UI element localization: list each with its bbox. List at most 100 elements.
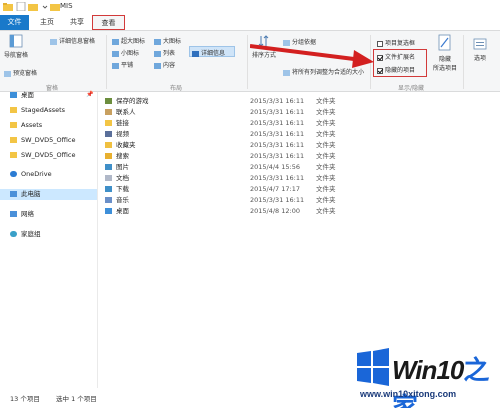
file-name: 下载	[116, 185, 129, 193]
small-icons-icon	[112, 50, 119, 57]
file-extensions-toggle[interactable]: 文件扩展名	[377, 52, 415, 61]
hide-selected-button[interactable]: 隐藏 所选项目	[430, 34, 460, 72]
videos-icon	[105, 131, 112, 137]
hide-selected-label-2: 所选项目	[432, 65, 457, 72]
file-type: 文件夹	[316, 108, 336, 116]
nav-item-sw-dvd5-office[interactable]: SW_DVD5_Office	[10, 135, 76, 146]
tab-share[interactable]: 共享	[63, 15, 91, 30]
file-type: 文件夹	[316, 97, 336, 105]
saved-games-icon	[105, 98, 112, 104]
size-all-columns-label: 将所有列调整为合适的大小	[292, 69, 365, 76]
documents-icon	[105, 175, 112, 181]
nav-item-label: SW_DVD5_Office	[21, 151, 76, 159]
file-type: 文件夹	[316, 207, 336, 215]
nav-item-assets[interactable]: Assets	[10, 120, 42, 131]
file-date: 2015/4/7 17:17	[250, 185, 300, 193]
ribbon-divider	[247, 35, 248, 89]
nav-item-this-pc[interactable]: 此电脑	[0, 189, 97, 200]
size-columns-icon	[283, 69, 290, 76]
pictures-icon	[105, 164, 112, 170]
navigation-pane: 桌面 📌 StagedAssets Assets SW_DVD5_Office …	[0, 90, 98, 388]
item-checkboxes-toggle[interactable]: 项目复选框	[377, 38, 415, 47]
details-pane-button[interactable]: 详细信息窗格	[50, 36, 95, 45]
file-name: 文档	[116, 174, 129, 182]
file-type: 文件夹	[316, 119, 336, 127]
content-label: 内容	[163, 62, 176, 69]
cloud-icon	[10, 171, 17, 177]
item-checkboxes-label: 项目复选框	[385, 40, 416, 47]
extra-large-icons-option[interactable]: 超大图标	[112, 36, 145, 45]
list-option[interactable]: 列表	[154, 48, 175, 57]
dropdown-icon[interactable]	[40, 2, 50, 11]
tab-view[interactable]: 查看	[92, 15, 125, 30]
file-extensions-label: 文件扩展名	[385, 54, 416, 61]
selected-count: 选中 1 个项目	[56, 395, 97, 403]
pin-icon[interactable]: 📌	[86, 91, 93, 98]
links-icon	[105, 120, 112, 126]
title-bar: MIS	[0, 0, 500, 14]
details-pane-icon	[50, 38, 57, 45]
options-icon	[473, 38, 487, 50]
nav-item-onedrive[interactable]: OneDrive	[10, 169, 52, 180]
watermark-url: www.win10xitong.com	[360, 389, 457, 399]
small-icons-option[interactable]: 小图标	[112, 48, 139, 57]
properties-icon[interactable]	[16, 2, 26, 11]
file-date: 2015/3/31 16:11	[250, 130, 305, 138]
contacts-icon	[105, 109, 112, 115]
large-icons-option[interactable]: 大图标	[154, 36, 181, 45]
file-date: 2015/3/31 16:11	[250, 174, 305, 182]
navigation-pane-button[interactable]: 导航窗格	[2, 34, 30, 59]
nav-item-homegroup[interactable]: 家庭组	[10, 229, 41, 240]
file-name: 保存的游戏	[116, 97, 149, 105]
show-hide-group-label: 显示/隐藏	[398, 85, 425, 92]
watermark-brand-en: Win10	[392, 355, 464, 385]
file-name: 联系人	[116, 108, 136, 116]
small-icons-label: 小图标	[121, 50, 140, 57]
details-view-label: 详细信息	[201, 50, 226, 57]
file-name: 搜索	[116, 152, 129, 160]
panes-group-label: 窗格	[46, 85, 59, 92]
file-name: 收藏夹	[116, 141, 136, 149]
folder-icon	[50, 4, 60, 11]
file-name: 音乐	[116, 196, 129, 204]
content-option[interactable]: 内容	[154, 60, 175, 69]
tab-home[interactable]: 主页	[33, 15, 61, 30]
nav-item-stagedassets[interactable]: StagedAssets	[10, 105, 65, 116]
file-list: 保存的游戏 2015/3/31 16:11 文件夹 联系人 2015/3/31 16:…	[99, 92, 500, 388]
tiles-icon	[112, 62, 119, 69]
extra-large-icons-icon	[112, 38, 119, 45]
file-type: 文件夹	[316, 163, 336, 171]
new-folder-icon[interactable]	[28, 2, 38, 11]
nav-item-label: OneDrive	[21, 170, 52, 178]
nav-item-label: SW_DVD5_Office	[21, 136, 76, 144]
downloads-icon	[105, 186, 112, 192]
desktop-icon	[10, 92, 17, 98]
preview-pane-button[interactable]: 预览窗格	[4, 68, 37, 77]
preview-pane-label: 预览窗格	[13, 70, 38, 77]
file-name: 视频	[116, 130, 129, 138]
network-icon	[10, 211, 17, 217]
hidden-items-toggle[interactable]: 隐藏的项目	[377, 65, 415, 74]
file-type: 文件夹	[316, 152, 336, 160]
tiles-option[interactable]: 平铺	[112, 60, 133, 69]
nav-item-desktop[interactable]: 桌面	[10, 90, 34, 101]
list-icon	[154, 50, 161, 57]
options-button[interactable]: 选项	[466, 37, 494, 62]
list-label: 列表	[163, 50, 176, 57]
tab-file[interactable]: 文件	[0, 15, 29, 30]
folder-icon	[10, 152, 17, 158]
nav-item-sw-dvd5-office-2[interactable]: SW_DVD5_Office	[10, 150, 76, 161]
file-date: 2015/3/31 16:11	[250, 119, 305, 127]
file-name: 图片	[116, 163, 129, 171]
large-icons-label: 大图标	[163, 38, 182, 45]
nav-item-network[interactable]: 网络	[10, 209, 34, 220]
hide-selected-icon	[438, 34, 451, 51]
favorites-icon	[105, 142, 112, 148]
file-date: 2015/3/31 16:11	[250, 141, 305, 149]
file-name: 桌面	[116, 207, 129, 215]
details-view-option[interactable]: 详细信息	[192, 48, 225, 57]
nav-item-label: 此电脑	[21, 190, 41, 198]
content-icon	[154, 62, 161, 69]
nav-item-label: 家庭组	[21, 230, 41, 238]
file-type: 文件夹	[316, 141, 336, 149]
